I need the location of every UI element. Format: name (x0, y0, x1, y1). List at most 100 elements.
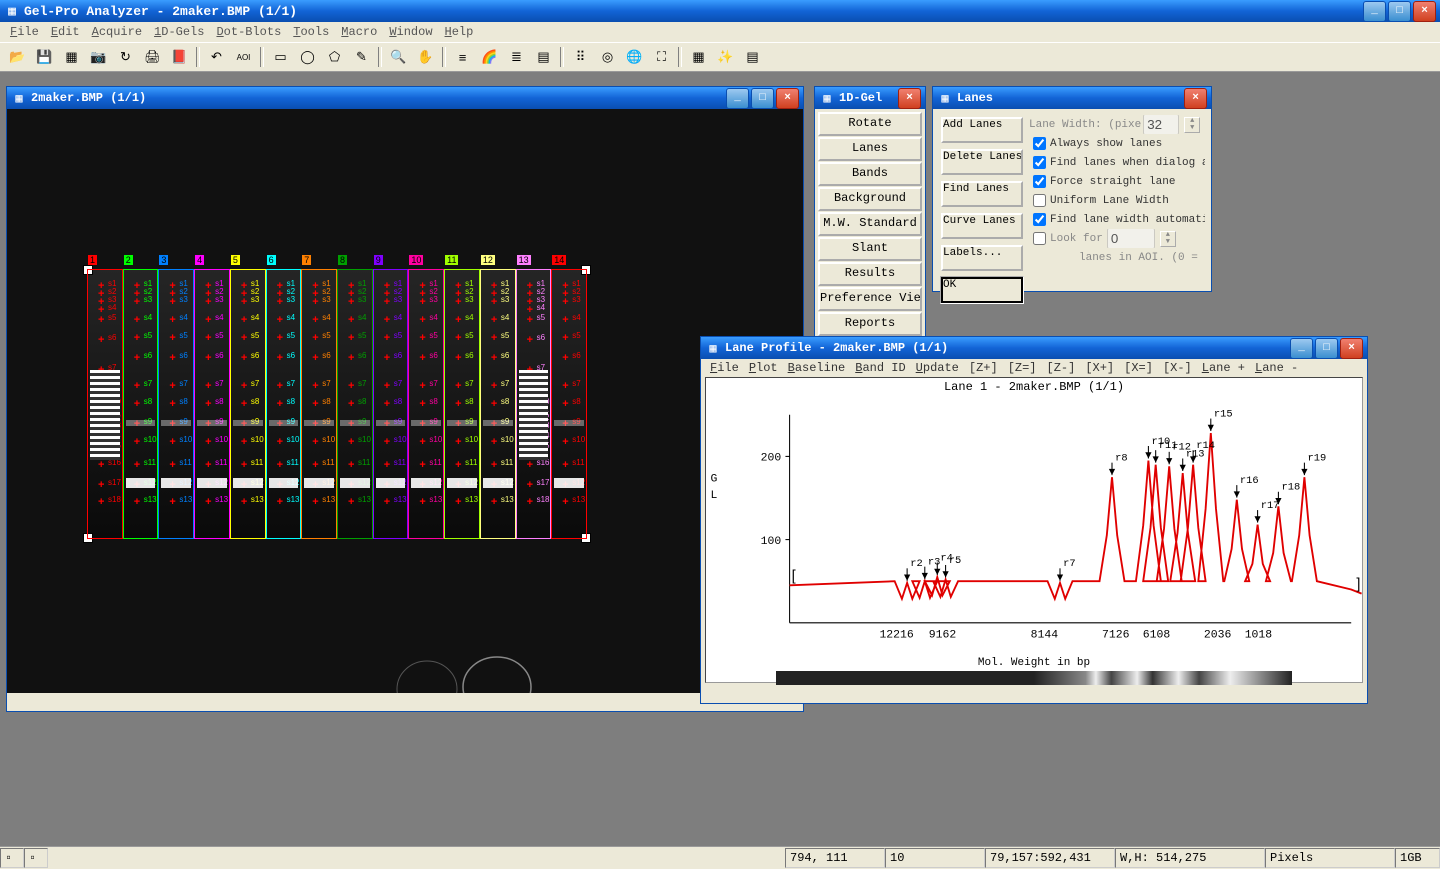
tb-print-icon[interactable]: 🖨 (140, 45, 165, 69)
lane-7[interactable]: 7+s1+s2+s3+s4+s5+s6+s7+s8+s9+s10+s11+s12… (301, 269, 337, 539)
lane-12[interactable]: 12+s1+s2+s3+s4+s5+s6+s7+s8+s9+s10+s11+s1… (480, 269, 516, 539)
check-0[interactable]: Always show lanes (1029, 134, 1205, 153)
tb-pencil-icon[interactable]: ✎ (349, 45, 374, 69)
tb-refresh-icon[interactable]: ↻ (113, 45, 138, 69)
profile-hscroll[interactable] (705, 685, 1347, 701)
menu-window[interactable]: Window (383, 25, 438, 39)
profmenu-plot[interactable]: Plot (744, 361, 783, 375)
lanes-add-lanes-button[interactable]: Add Lanes (941, 117, 1023, 143)
menu-macro[interactable]: Macro (335, 25, 383, 39)
tb-xls-icon[interactable]: ▦ (686, 45, 711, 69)
tb-undo-icon[interactable]: ↶ (204, 45, 229, 69)
profile-maximize[interactable]: □ (1315, 338, 1338, 359)
tb-oval-icon[interactable]: ◯ (295, 45, 320, 69)
profmenu-x[interactable]: [X=] (1119, 361, 1158, 375)
image-maximize[interactable]: □ (751, 88, 774, 109)
tb-open-icon[interactable]: 📂 (5, 45, 30, 69)
tb-camera-icon[interactable]: 📷 (86, 45, 111, 69)
profmenu-file[interactable]: File (705, 361, 744, 375)
pal-background-button[interactable]: Background (818, 187, 922, 211)
profile-close[interactable]: × (1340, 338, 1363, 359)
profmenu-lane+[interactable]: Lane + (1197, 361, 1250, 375)
profmenu-baseline[interactable]: Baseline (783, 361, 851, 375)
check-2[interactable]: Force straight lane (1029, 172, 1205, 191)
lanes-delete-lanes-button[interactable]: Delete Lanes (941, 149, 1023, 175)
lanes-close[interactable]: × (1184, 88, 1207, 109)
lane-13[interactable]: 13+s1+s2+s3+s4+s5+s6+s7+s8+s9+s10+s11+s1… (516, 269, 552, 539)
lane-2[interactable]: 2+s1+s2+s3+s4+s5+s6+s7+s8+s9+s10+s11+s12… (123, 269, 159, 539)
check-5[interactable]: Look for▲▼ (1029, 229, 1205, 248)
pal-lanes-button[interactable]: Lanes (818, 137, 922, 161)
menu-edit[interactable]: Edit (45, 25, 86, 39)
lanes-find-lanes-button[interactable]: Find Lanes (941, 181, 1023, 207)
tb-crop-icon[interactable]: ⛶ (649, 45, 674, 69)
image-minimize[interactable]: _ (726, 88, 749, 109)
lane-11[interactable]: 11+s1+s2+s3+s4+s5+s6+s7+s8+s9+s10+s11+s1… (444, 269, 480, 539)
lanes-ok-button[interactable]: OK (941, 277, 1023, 303)
pal-bands-button[interactable]: Bands (818, 162, 922, 186)
pal-rotate-button[interactable]: Rotate (818, 112, 922, 136)
image-close[interactable]: × (776, 88, 799, 109)
tb-dots-icon[interactable]: ⠿ (568, 45, 593, 69)
profmenu-z-[interactable]: [Z-] (1042, 361, 1081, 375)
tb-save-icon[interactable]: 💾 (32, 45, 57, 69)
checkbox-0[interactable] (1033, 137, 1046, 150)
tb-rainbow-icon[interactable]: 🌈 (477, 45, 502, 69)
profmenu-bandid[interactable]: Band ID (850, 361, 910, 375)
pal-slant-button[interactable]: Slant (818, 237, 922, 261)
menu-dot-blots[interactable]: Dot-Blots (210, 25, 287, 39)
tb-hand-icon[interactable]: ✋ (413, 45, 438, 69)
tb-rect-icon[interactable]: ▭ (268, 45, 293, 69)
tb-eq1-icon[interactable]: ≡ (450, 45, 475, 69)
profmenu-x-[interactable]: [X-] (1158, 361, 1197, 375)
gel-canvas[interactable]: 1+s1+s2+s3+s4+s5+s6+s7+s8+s9+s10+s11+s12… (7, 109, 803, 693)
profmenu-x+[interactable]: [X+] (1080, 361, 1119, 375)
lane-1[interactable]: 1+s1+s2+s3+s4+s5+s6+s7+s8+s9+s10+s11+s12… (87, 269, 123, 539)
tb-globe-icon[interactable]: 🌐 (622, 45, 647, 69)
tb-polygon-icon[interactable]: ⬠ (322, 45, 347, 69)
tb-new-aoi-icon[interactable]: AOI (231, 45, 256, 69)
profile-plot[interactable]: 10020012216916281447126610820361018[]r2r… (706, 394, 1362, 654)
lane-3[interactable]: 3+s1+s2+s3+s4+s5+s6+s7+s8+s9+s10+s11+s12… (158, 269, 194, 539)
close-button[interactable]: × (1413, 1, 1436, 22)
minimize-button[interactable]: _ (1363, 1, 1386, 22)
check-3[interactable]: Uniform Lane Width (1029, 191, 1205, 210)
pal-m-w-standard-button[interactable]: M.W. Standard (818, 212, 922, 236)
menu-tools[interactable]: Tools (287, 25, 335, 39)
image-hscroll[interactable] (7, 695, 787, 711)
status-icon1[interactable]: ▫ (0, 848, 24, 868)
tb-list-icon[interactable]: ▤ (740, 45, 765, 69)
status-icon2[interactable]: ▫ (24, 848, 48, 868)
tb-grid-icon[interactable]: ▦ (59, 45, 84, 69)
spinner-up[interactable]: ▲▼ (1184, 117, 1200, 133)
lanes-curve-lanes-button[interactable]: Curve Lanes (941, 213, 1023, 239)
check-1[interactable]: Find lanes when dialog app (1029, 153, 1205, 172)
checkbox-4[interactable] (1033, 213, 1046, 226)
tb-target-icon[interactable]: ◎ (595, 45, 620, 69)
profile-minimize[interactable]: _ (1290, 338, 1313, 359)
lane-9[interactable]: 9+s1+s2+s3+s4+s5+s6+s7+s8+s9+s10+s11+s12… (373, 269, 409, 539)
palette-close[interactable]: × (898, 88, 921, 109)
lookfor-spinner[interactable]: ▲▼ (1160, 231, 1176, 247)
tb-eq2-icon[interactable]: ≣ (504, 45, 529, 69)
profmenu-z+[interactable]: [Z+] (964, 361, 1003, 375)
profmenu-lane-[interactable]: Lane - (1250, 361, 1303, 375)
checkbox-2[interactable] (1033, 175, 1046, 188)
menu-file[interactable]: File (4, 25, 45, 39)
tb-wiz-icon[interactable]: ✨ (713, 45, 738, 69)
profmenu-z[interactable]: [Z=] (1003, 361, 1042, 375)
lane-8[interactable]: 8+s1+s2+s3+s4+s5+s6+s7+s8+s9+s10+s11+s12… (337, 269, 373, 539)
tb-zoom-icon[interactable]: 🔍 (386, 45, 411, 69)
pal-preference-views-button[interactable]: Preference Views (818, 287, 922, 311)
checkbox-3[interactable] (1033, 194, 1046, 207)
menu-acquire[interactable]: Acquire (86, 25, 148, 39)
tb-palette-icon[interactable]: ▤ (531, 45, 556, 69)
lane-4[interactable]: 4+s1+s2+s3+s4+s5+s6+s7+s8+s9+s10+s11+s12… (194, 269, 230, 539)
lane-5[interactable]: 5+s1+s2+s3+s4+s5+s6+s7+s8+s9+s10+s11+s12… (230, 269, 266, 539)
tb-book-icon[interactable]: 📕 (167, 45, 192, 69)
pal-reports-button[interactable]: Reports (818, 312, 922, 336)
lane-6[interactable]: 6+s1+s2+s3+s4+s5+s6+s7+s8+s9+s10+s11+s12… (266, 269, 302, 539)
lanes-labels--button[interactable]: Labels... (941, 245, 1023, 271)
check-4[interactable]: Find lane width automatic (1029, 210, 1205, 229)
menu-1d-gels[interactable]: 1D-Gels (148, 25, 210, 39)
